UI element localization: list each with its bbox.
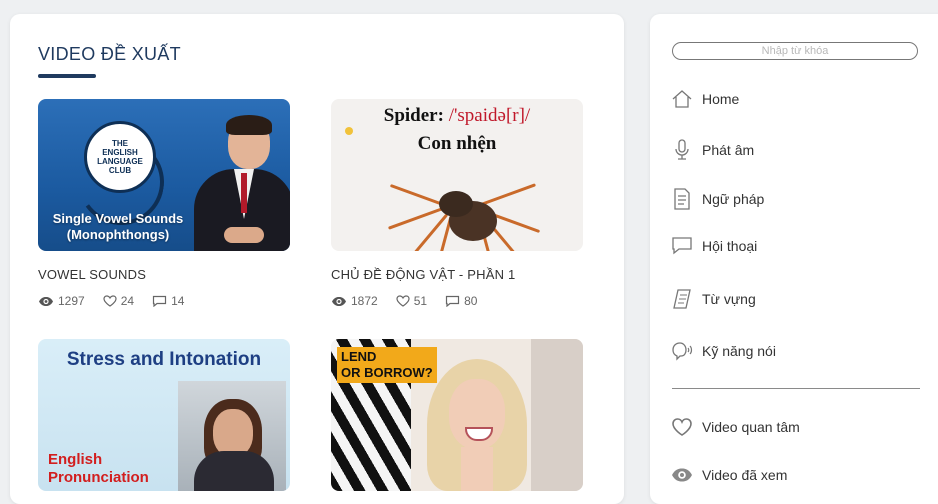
english-word: Spider: [383, 105, 449, 126]
view-count-value: 1872 [351, 294, 378, 308]
search-input[interactable] [672, 42, 918, 60]
sidebar-divider [672, 388, 920, 389]
thumbnail-caption: Single Vowel Sounds (Monophthongs) [38, 211, 198, 243]
video-card-animals[interactable]: Spider: /'spaidə[r]/ Con nhện CHỦ ĐỀ ĐỘN… [331, 99, 583, 308]
presenter-tie [241, 173, 247, 213]
badge-text: ENGLISH [102, 148, 138, 157]
room-background [531, 339, 583, 491]
thumbnail-caption: English Pronunciation [48, 451, 149, 487]
sidebar-panel: Home Phát âm Ngữ pháp Hội thoại Từ vựng … [650, 14, 938, 504]
sidebar-item-conversation[interactable]: Hội thoại [670, 233, 757, 259]
sidebar-item-label: Phát âm [702, 142, 755, 158]
document-icon [670, 187, 694, 211]
like-count[interactable]: 24 [103, 294, 134, 308]
heart-icon [396, 295, 410, 307]
sidebar-item-label: Từ vựng [702, 291, 756, 307]
thumbnail-title: Stress and Intonation [66, 349, 262, 370]
view-count: 1872 [331, 294, 378, 308]
heart-icon [670, 415, 694, 439]
view-count-value: 1297 [58, 294, 85, 308]
video-stats: 1872 51 80 [331, 294, 583, 308]
video-thumbnail[interactable]: Spider: /'spaidə[r]/ Con nhện [331, 99, 583, 251]
caption-line: Single Vowel Sounds [52, 211, 184, 226]
thumbnail-meaning: Con nhện [417, 133, 497, 154]
heart-icon [103, 295, 117, 307]
caption-line: (Monophthongs) [66, 227, 170, 242]
like-count[interactable]: 51 [396, 294, 427, 308]
comment-count-value: 14 [171, 294, 185, 308]
comment-count[interactable]: 80 [445, 294, 477, 308]
eye-icon [332, 296, 346, 306]
sidebar-item-label: Kỹ năng nói [702, 343, 776, 359]
sidebar-item-speaking[interactable]: Kỹ năng nói [670, 338, 776, 364]
thumbnail-label: LEND OR BORROW? [337, 347, 437, 383]
eye-icon [670, 463, 694, 487]
comment-icon [445, 295, 460, 307]
video-title[interactable]: CHỦ ĐỀ ĐỘNG VẬT - PHẦN 1 [331, 267, 583, 282]
label-line: OR BORROW? [341, 365, 433, 380]
section-title-underline [38, 74, 96, 78]
video-thumbnail[interactable]: THE ENGLISH LANGUAGE CLUB Single Vowel S… [38, 99, 290, 251]
sidebar-item-vocabulary[interactable]: Từ vựng [670, 286, 756, 312]
sidebar-item-home[interactable]: Home [670, 86, 739, 112]
like-count-value: 51 [413, 294, 428, 308]
sidebar-item-label: Video quan tâm [702, 419, 800, 435]
notebook-icon [670, 287, 694, 311]
sidebar-item-pronunciation[interactable]: Phát âm [670, 137, 754, 163]
microphone-icon [670, 138, 694, 162]
section-title: VIDEO ĐỀ XUẤT [38, 44, 181, 64]
sidebar-item-favorite-videos[interactable]: Video quan tâm [670, 414, 800, 440]
video-card-vowel-sounds[interactable]: THE ENGLISH LANGUAGE CLUB Single Vowel S… [38, 99, 290, 308]
sidebar-item-watched-videos[interactable]: Video đã xem [670, 462, 787, 488]
comment-icon [152, 295, 167, 307]
caption-line: Pronunciation [48, 469, 149, 486]
presenter-neck [461, 447, 493, 491]
home-icon [670, 87, 694, 111]
ipa-transcription: /'spaidə[r]/ [448, 105, 531, 126]
thumbnail-word: Spider: /'spaidə[r]/ [331, 105, 583, 127]
spider-body [439, 191, 473, 217]
video-stats: 1297 24 14 [38, 294, 290, 308]
video-thumbnail[interactable]: Stress and Intonation English Pronunciat… [38, 339, 290, 491]
video-card-stress-intonation[interactable]: Stress and Intonation English Pronunciat… [38, 339, 290, 491]
badge-text: LANGUAGE [97, 157, 143, 166]
view-count: 1297 [38, 294, 85, 308]
video-title[interactable]: VOWEL SOUNDS [38, 267, 290, 282]
speaking-icon [670, 339, 694, 363]
caption-line: English [48, 451, 103, 468]
video-card-lend-borrow[interactable]: LEND OR BORROW? [331, 339, 583, 491]
like-count-value: 24 [120, 294, 135, 308]
sidebar-item-grammar[interactable]: Ngữ pháp [670, 186, 764, 212]
presenter-hair [226, 115, 272, 135]
sidebar-item-label: Ngữ pháp [702, 191, 765, 207]
presenter-face [213, 409, 253, 457]
sidebar-item-label: Video đã xem [702, 467, 788, 483]
presenter-torso [194, 451, 274, 491]
presenter-hands [224, 227, 264, 243]
chat-bubble-icon [670, 234, 694, 258]
sidebar-item-label: Hội thoại [702, 238, 758, 254]
spider-leg [480, 183, 537, 206]
video-thumbnail[interactable]: LEND OR BORROW? [331, 339, 583, 491]
badge-text: CLUB [108, 166, 132, 175]
eye-icon [39, 296, 53, 306]
badge-text: THE [112, 139, 128, 148]
label-line: LEND [341, 349, 377, 364]
comment-count-value: 80 [464, 294, 478, 308]
spider-leg [389, 183, 444, 206]
sidebar-item-label: Home [702, 91, 740, 107]
recommended-videos-panel: VIDEO ĐỀ XUẤT THE ENGLISH LANGUAGE CLUB … [10, 14, 624, 504]
club-logo-badge: THE ENGLISH LANGUAGE CLUB [84, 121, 156, 193]
comment-count[interactable]: 14 [152, 294, 184, 308]
